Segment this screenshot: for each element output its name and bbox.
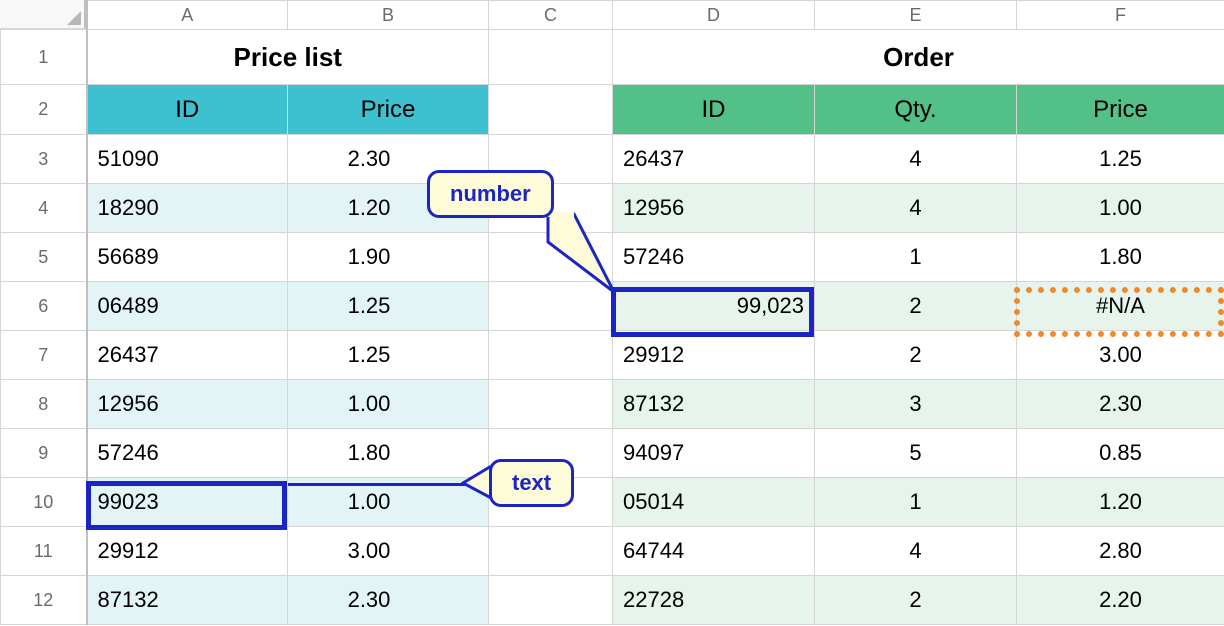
cell-order-qty[interactable]: 4	[815, 184, 1017, 233]
cell-price-list-id[interactable]: 99023	[87, 478, 288, 527]
column-header-row: A B C D E F	[1, 1, 1224, 30]
spreadsheet-grid: A B C D E F 1Price listOrder2IDPriceIDQt…	[0, 0, 1224, 625]
cell-price-list-id[interactable]: 26437	[87, 331, 288, 380]
col-header-D[interactable]: D	[613, 1, 815, 30]
col-header-A[interactable]: A	[87, 1, 288, 30]
cell-order-price[interactable]: 0.85	[1017, 429, 1224, 478]
cell-order-id[interactable]: 29912	[613, 331, 815, 380]
cell[interactable]	[489, 331, 613, 380]
cell-price-list-id[interactable]: 56689	[87, 233, 288, 282]
cell-order-id[interactable]: 57246	[613, 233, 815, 282]
header-id[interactable]: ID	[87, 85, 288, 135]
cell-order-price[interactable]: 1.00	[1017, 184, 1224, 233]
callout-text: text	[489, 459, 574, 507]
cell-order-qty[interactable]: 5	[815, 429, 1017, 478]
cell[interactable]	[489, 576, 613, 625]
cell-price-list-price[interactable]: 1.25	[288, 282, 489, 331]
cell[interactable]	[489, 30, 613, 85]
callout-number: number	[427, 170, 554, 218]
cell-order-price[interactable]: 1.20	[1017, 478, 1224, 527]
cell-price-list-price[interactable]: 1.90	[288, 233, 489, 282]
col-header-B[interactable]: B	[288, 1, 489, 30]
cell-order-id[interactable]: 87132	[613, 380, 815, 429]
row-header[interactable]: 3	[1, 135, 87, 184]
cell[interactable]	[489, 380, 613, 429]
cell[interactable]	[489, 527, 613, 576]
col-header-F[interactable]: F	[1017, 1, 1224, 30]
cell-order-price[interactable]: 2.30	[1017, 380, 1224, 429]
cell-order-qty[interactable]: 4	[815, 135, 1017, 184]
cell-order-qty[interactable]: 1	[815, 478, 1017, 527]
cell-price-list-price[interactable]: 1.80	[288, 429, 489, 478]
cell-price-list-id[interactable]: 06489	[87, 282, 288, 331]
cell-order-id[interactable]: 94097	[613, 429, 815, 478]
title-price-list[interactable]: Price list	[87, 30, 489, 85]
row-header[interactable]: 11	[1, 527, 87, 576]
header-price[interactable]: Price	[288, 85, 489, 135]
cell-order-qty[interactable]: 4	[815, 527, 1017, 576]
header-id2[interactable]: ID	[613, 85, 815, 135]
cell-order-id[interactable]: 05014	[613, 478, 815, 527]
select-all-corner[interactable]	[0, 0, 86, 29]
cell[interactable]	[489, 85, 613, 135]
cell-price-list-id[interactable]: 57246	[87, 429, 288, 478]
cell-order-qty[interactable]: 2	[815, 576, 1017, 625]
cell-order-price[interactable]: 2.20	[1017, 576, 1224, 625]
row-header[interactable]: 7	[1, 331, 87, 380]
row-header[interactable]: 1	[1, 30, 87, 85]
cell-order-price[interactable]: 1.80	[1017, 233, 1224, 282]
row-header[interactable]: 4	[1, 184, 87, 233]
cell-order-id[interactable]: 26437	[613, 135, 815, 184]
callout-number-tail	[544, 212, 622, 296]
cell-price-list-id[interactable]: 12956	[87, 380, 288, 429]
cell-price-list-id[interactable]: 87132	[87, 576, 288, 625]
spreadsheet-viewport: A B C D E F 1Price listOrder2IDPriceIDQt…	[0, 0, 1224, 626]
cell-price-list-id[interactable]: 29912	[87, 527, 288, 576]
cell-order-qty[interactable]: 1	[815, 233, 1017, 282]
cell-order-qty[interactable]: 2	[815, 331, 1017, 380]
cell-price-list-id[interactable]: 18290	[87, 184, 288, 233]
callout-text-connector	[288, 483, 489, 486]
cell-order-qty[interactable]: 2	[815, 282, 1017, 331]
row-header[interactable]: 10	[1, 478, 87, 527]
cell-order-price[interactable]: #N/A	[1017, 282, 1224, 331]
cell-order-price[interactable]: 3.00	[1017, 331, 1224, 380]
cell-order-price[interactable]: 1.25	[1017, 135, 1224, 184]
cell-price-list-price[interactable]: 2.30	[288, 576, 489, 625]
cell-price-list-price[interactable]: 1.25	[288, 331, 489, 380]
row-header[interactable]: 9	[1, 429, 87, 478]
cell-order-id[interactable]: 22728	[613, 576, 815, 625]
title-order[interactable]: Order	[613, 30, 1224, 85]
col-header-C[interactable]: C	[489, 1, 613, 30]
cell-order-id[interactable]: 64744	[613, 527, 815, 576]
row-header[interactable]: 5	[1, 233, 87, 282]
row-header[interactable]: 12	[1, 576, 87, 625]
cell-price-list-price[interactable]: 1.00	[288, 380, 489, 429]
row-header[interactable]: 6	[1, 282, 87, 331]
cell-order-id[interactable]: 99,023	[613, 282, 815, 331]
row-header[interactable]: 8	[1, 380, 87, 429]
header-qty[interactable]: Qty.	[815, 85, 1017, 135]
header-price2[interactable]: Price	[1017, 85, 1224, 135]
cell-price-list-price[interactable]: 3.00	[288, 527, 489, 576]
row-header[interactable]: 2	[1, 85, 87, 135]
col-header-E[interactable]: E	[815, 1, 1017, 30]
cell-order-id[interactable]: 12956	[613, 184, 815, 233]
cell-price-list-id[interactable]: 51090	[87, 135, 288, 184]
cell-order-price[interactable]: 2.80	[1017, 527, 1224, 576]
cell-order-qty[interactable]: 3	[815, 380, 1017, 429]
